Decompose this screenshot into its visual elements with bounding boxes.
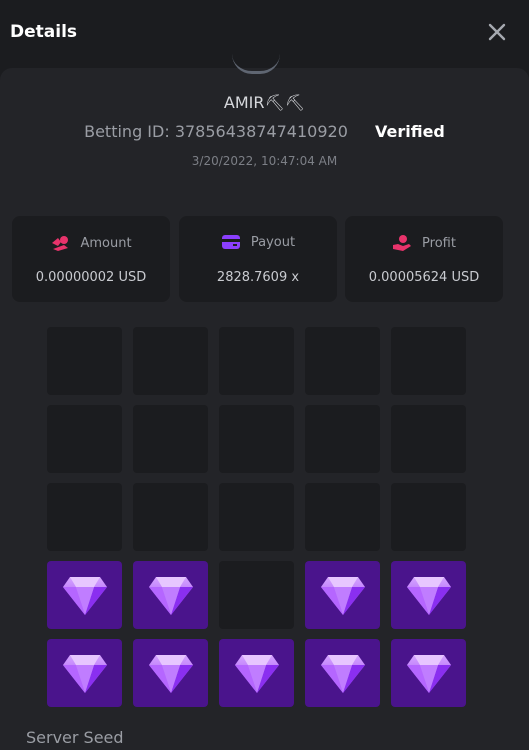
tile-gem [391, 639, 466, 707]
server-seed-label: Server Seed [26, 728, 124, 747]
bet-timestamp: 3/20/2022, 10:47:04 AM [191, 154, 338, 168]
tile-empty [219, 405, 294, 473]
tile-gem [305, 639, 380, 707]
gem-icon [406, 651, 452, 695]
amount-card: Amount 0.00000002 USD [12, 216, 170, 302]
tile-empty [391, 405, 466, 473]
gem-icon [406, 573, 452, 617]
tile-empty [133, 327, 208, 395]
amount-value: 0.00000002 USD [35, 270, 147, 285]
gem-icon [148, 651, 194, 695]
bet-id-row: Betting ID: 37856438747410920 Verified [0, 122, 529, 141]
gem-icon [234, 651, 280, 695]
tile-gem [47, 639, 122, 707]
close-icon[interactable] [485, 20, 509, 44]
payout-label: Payout [250, 234, 296, 250]
payout-card: Payout 2828.7609 x [179, 216, 337, 302]
tile-gem [305, 561, 380, 629]
tile-empty [47, 405, 122, 473]
tile-empty [47, 327, 122, 395]
tile-empty [391, 483, 466, 551]
tile-gem [133, 561, 208, 629]
gem-icon [62, 573, 108, 617]
tile-empty [47, 483, 122, 551]
tile-gem [391, 561, 466, 629]
tile-empty [219, 483, 294, 551]
tile-gem [47, 561, 122, 629]
tile-empty [305, 483, 380, 551]
profit-card: Profit 0.00005624 USD [345, 216, 503, 302]
gem-icon [320, 651, 366, 695]
coins-icon [50, 234, 70, 252]
wallet-icon [221, 234, 241, 250]
gem-icon [320, 573, 366, 617]
tile-empty [133, 483, 208, 551]
amount-label: Amount [80, 235, 132, 251]
payout-value: 2828.7609 x [216, 270, 300, 285]
mines-board [47, 327, 466, 707]
username: AMIR⛏⛏ [223, 93, 306, 112]
tile-empty [133, 405, 208, 473]
betting-id: Betting ID: 37856438747410920 [84, 122, 348, 141]
tile-empty [305, 405, 380, 473]
page-title: Details [10, 22, 78, 42]
profit-value: 0.00005624 USD [368, 270, 480, 285]
tile-gem [133, 639, 208, 707]
tile-empty [391, 327, 466, 395]
tile-empty [219, 327, 294, 395]
hand-coin-icon [392, 234, 412, 252]
profit-label: Profit [422, 235, 456, 251]
tile-gem [219, 639, 294, 707]
gem-icon [148, 573, 194, 617]
tile-empty [305, 327, 380, 395]
verified-badge[interactable]: Verified [375, 122, 445, 141]
gem-icon [62, 651, 108, 695]
tile-empty [219, 561, 294, 629]
